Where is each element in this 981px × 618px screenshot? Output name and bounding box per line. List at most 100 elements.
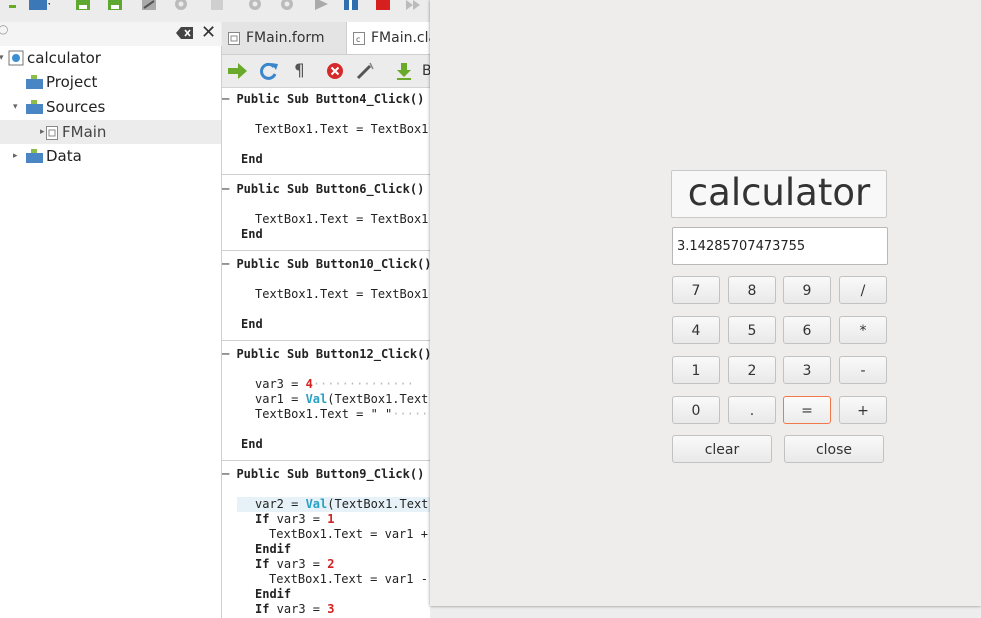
expanded-arrow-icon[interactable]: ▾ — [13, 95, 18, 119]
code-line: ─ Public Sub Button12_Click() — [222, 347, 430, 361]
key-4-button[interactable]: 4 — [672, 316, 720, 344]
pause-icon[interactable] — [342, 0, 360, 12]
error-icon[interactable] — [324, 61, 346, 81]
tree-item-label: Sources — [46, 98, 106, 116]
new-file-icon[interactable] — [0, 0, 18, 12]
key-8-button[interactable]: 8 — [728, 276, 776, 304]
collapsed-arrow-icon[interactable]: ▸ — [40, 120, 45, 144]
calculator-window: calculator 7 8 9 / 4 5 6 * 1 2 3 - 0 . =… — [430, 0, 981, 606]
tab-fmain-form[interactable]: FMain.form — [222, 22, 346, 54]
stop-icon[interactable] — [374, 0, 392, 12]
ide-main-toolbar — [0, 0, 430, 20]
settings-icon[interactable] — [172, 0, 190, 12]
add-button[interactable]: + — [839, 396, 887, 424]
code-line: TextBox1.Text = TextBox1.Text — [255, 212, 430, 226]
tree-item-project-root[interactable]: ▾ calculator — [0, 46, 221, 70]
code-line: End — [241, 317, 263, 331]
folder-icon — [26, 75, 43, 89]
code-editor[interactable]: ─ Public Sub Button4_Click() TextBox1.Te… — [222, 88, 430, 618]
code-line: If var3 = 3 — [255, 602, 430, 617]
project-search-input[interactable] — [8, 25, 172, 43]
expanded-arrow-icon[interactable]: ▾ — [0, 46, 4, 70]
calculator-title: calculator — [671, 170, 887, 218]
project-icon — [8, 50, 24, 66]
code-keyword: If — [255, 602, 270, 616]
calculator-display[interactable] — [672, 227, 888, 265]
save-icon[interactable] — [74, 0, 92, 12]
key-1-button[interactable]: 1 — [672, 356, 720, 384]
save-all-icon[interactable] — [106, 0, 124, 12]
tab-fmain-class[interactable]: c FMain.class — [346, 22, 430, 54]
tab-label: FMain.form — [246, 30, 325, 46]
editor-toolbar: ¶ B — [222, 55, 430, 88]
tree-item-data[interactable]: ▸ Data — [0, 144, 221, 168]
multiply-button[interactable]: * — [839, 316, 887, 344]
code-text: var2 = — [255, 497, 306, 511]
clear-button[interactable]: clear — [672, 435, 772, 463]
tree-item-fmain[interactable]: ▸ FMain — [0, 120, 221, 144]
subtract-button[interactable]: - — [839, 356, 887, 384]
close-button[interactable]: close — [784, 435, 884, 463]
close-search-icon[interactable]: ✕ — [201, 24, 216, 42]
code-text: var3 = — [269, 512, 328, 526]
edit-icon[interactable] — [140, 0, 158, 12]
pilcrow-icon[interactable]: ¶ — [294, 61, 316, 81]
key-6-button[interactable]: 6 — [783, 316, 831, 344]
code-line: End — [241, 437, 263, 451]
code-line: ─ Public Sub Button9_Click() — [222, 467, 425, 481]
tree-item-sources[interactable]: ▾ Sources — [0, 95, 221, 119]
goto-arrow-icon[interactable] — [226, 61, 248, 81]
compile-icon[interactable] — [246, 0, 264, 12]
collapsed-arrow-icon[interactable]: ▸ — [13, 144, 18, 168]
svg-text:c: c — [356, 35, 360, 44]
code-text: var3 = — [269, 557, 328, 571]
code-line: End — [241, 152, 263, 166]
tools-icon[interactable] — [208, 0, 226, 12]
code-text: var1 = — [255, 392, 306, 406]
decimal-point-button[interactable]: . — [728, 396, 776, 424]
code-line: ─ Public Sub Button6_Click() — [222, 182, 425, 196]
key-7-button[interactable]: 7 — [672, 276, 720, 304]
key-2-button[interactable]: 2 — [728, 356, 776, 384]
download-icon[interactable] — [394, 61, 416, 81]
code-text: var3 = — [255, 377, 306, 391]
code-line: TextBox1.Text = var1 - var2 — [269, 572, 428, 586]
key-9-button[interactable]: 9 — [783, 276, 831, 304]
code-line: If var3 = 1 — [255, 512, 430, 527]
code-line: Endif — [255, 542, 292, 556]
form-file-icon — [228, 32, 240, 45]
code-separator — [222, 250, 430, 251]
open-folder-icon[interactable] — [28, 0, 50, 12]
compile-all-icon[interactable] — [278, 0, 296, 12]
code-keyword: If — [255, 557, 270, 571]
code-line: TextBox1.Text = var1 + var2 — [269, 527, 428, 541]
refresh-icon[interactable] — [258, 61, 280, 81]
run-icon[interactable] — [312, 0, 330, 12]
key-3-button[interactable]: 3 — [783, 356, 831, 384]
tree-item-label: calculator — [27, 49, 101, 67]
equals-button[interactable]: = — [783, 396, 831, 424]
toolbar-label[interactable]: B — [422, 61, 430, 81]
project-tree: ▾ calculator Project ▾ Sources ▸ FMain ▸… — [0, 46, 222, 618]
code-number: 4 — [305, 377, 313, 391]
tree-item-label: Project — [46, 73, 98, 91]
class-file-icon: c — [353, 32, 365, 45]
code-line: If var3 = 2 — [255, 557, 430, 572]
magic-wand-icon[interactable] — [354, 61, 376, 81]
key-0-button[interactable]: 0 — [672, 396, 720, 424]
editor-tabs: FMain.form c FMain.class — [222, 22, 430, 55]
clear-search-icon[interactable] — [176, 26, 194, 40]
code-function: Val — [305, 392, 328, 406]
divide-button[interactable]: / — [839, 276, 887, 304]
key-5-button[interactable]: 5 — [728, 316, 776, 344]
step-icon[interactable] — [404, 0, 422, 12]
code-text: (TextBox1.Text) — [327, 392, 430, 406]
tree-item-project[interactable]: Project — [0, 70, 221, 94]
tab-label: FMain.class — [371, 30, 430, 46]
tree-item-label: FMain — [62, 123, 107, 141]
code-text: Public Sub Button9_Click() — [236, 467, 425, 481]
code-number: 3 — [327, 602, 335, 616]
project-search-bar: ○ ✕ — [0, 22, 221, 47]
code-text: TextBox1.Text = " " — [255, 407, 393, 421]
code-separator — [222, 460, 430, 461]
